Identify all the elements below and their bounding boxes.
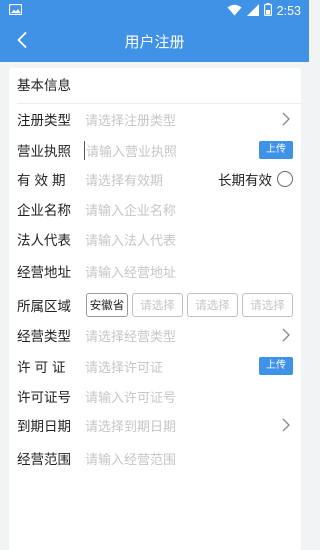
company-row: 企业名称 请输入企业名称: [17, 195, 293, 223]
reg-type-row[interactable]: 注册类型 请选择注册类型: [17, 105, 293, 133]
chevron-right-icon: [279, 327, 293, 343]
license-upload-button[interactable]: 上传: [259, 141, 293, 159]
status-icons: 2:53: [227, 3, 301, 19]
permit-upload-button[interactable]: 上传: [259, 357, 293, 375]
biz-type-row[interactable]: 经营类型 请选择经营类型: [17, 321, 293, 349]
divider: [17, 103, 301, 104]
scope-label: 经营范围: [17, 452, 71, 468]
permit-select[interactable]: 请选择许可证: [75, 357, 259, 376]
street-select[interactable]: 请选择: [242, 293, 293, 317]
status-time: 2:53: [276, 4, 301, 18]
legal-rep-row: 法人代表 请输入法人代表: [17, 225, 293, 253]
status-bar: 2:53: [0, 0, 309, 22]
city-select[interactable]: 请选择: [132, 293, 183, 317]
scope-input[interactable]: 请输入经营范围: [75, 449, 293, 468]
company-input[interactable]: 请输入企业名称: [75, 200, 293, 219]
province-select[interactable]: 安徽省: [86, 293, 128, 317]
page-title: 用户注册: [124, 33, 185, 51]
permit-no-label: 许可证号: [17, 390, 71, 406]
section-title: 基本信息: [17, 78, 71, 94]
validity-label: 有效期: [17, 173, 70, 189]
permit-label: 许可证: [17, 360, 70, 376]
license-input[interactable]: 请输入营业执照: [84, 140, 259, 160]
address-input[interactable]: 请输入经营地址: [75, 262, 293, 281]
biz-type-label: 经营类型: [17, 329, 71, 345]
signal-icon: [246, 3, 259, 19]
image-icon: [8, 3, 23, 18]
address-row: 经营地址 请输入经营地址: [17, 257, 293, 285]
validity-select[interactable]: 请选择有效期: [75, 170, 218, 189]
expiry-row[interactable]: 到期日期 请选择到期日期: [17, 411, 293, 439]
longterm-option[interactable]: 长期有效: [218, 169, 293, 189]
biz-type-select[interactable]: 请选择经营类型: [75, 326, 279, 345]
permit-no-input[interactable]: 请输入许可证号: [75, 387, 293, 406]
legal-rep-label: 法人代表: [17, 233, 71, 249]
region-selects: 安徽省 请选择 请选择 请选择: [75, 293, 293, 317]
expiry-label: 到期日期: [17, 419, 71, 435]
region-row: 所属区域 安徽省 请选择 请选择 请选择: [17, 291, 293, 319]
app-bar: 用户注册: [0, 22, 309, 62]
expiry-select[interactable]: 请选择到期日期: [75, 416, 279, 435]
longterm-radio[interactable]: [277, 171, 293, 187]
license-label: 营业执照: [17, 144, 71, 160]
battery-icon: [263, 3, 272, 19]
permit-row: 许可证 请选择许可证 上传: [17, 352, 293, 380]
form-card: 基本信息 注册类型 请选择注册类型 营业执照 请输入营业执照 上传 有效期 请选…: [9, 68, 301, 550]
wifi-icon: [227, 4, 242, 19]
chevron-right-icon: [279, 417, 293, 433]
validity-row: 有效期 请选择有效期 长期有效: [17, 165, 293, 193]
chevron-right-icon: [279, 111, 293, 127]
district-select[interactable]: 请选择: [187, 293, 238, 317]
reg-type-select[interactable]: 请选择注册类型: [75, 110, 279, 129]
longterm-label: 长期有效: [218, 173, 272, 189]
reg-type-label: 注册类型: [17, 113, 71, 129]
address-label: 经营地址: [17, 265, 71, 281]
company-label: 企业名称: [17, 203, 71, 219]
scope-row: 经营范围 请输入经营范围: [17, 444, 293, 472]
legal-rep-input[interactable]: 请输入法人代表: [75, 230, 293, 249]
permit-no-row: 许可证号 请输入许可证号: [17, 382, 293, 410]
license-row: 营业执照 请输入营业执照 上传: [17, 136, 293, 164]
region-label: 所属区域: [17, 299, 71, 315]
